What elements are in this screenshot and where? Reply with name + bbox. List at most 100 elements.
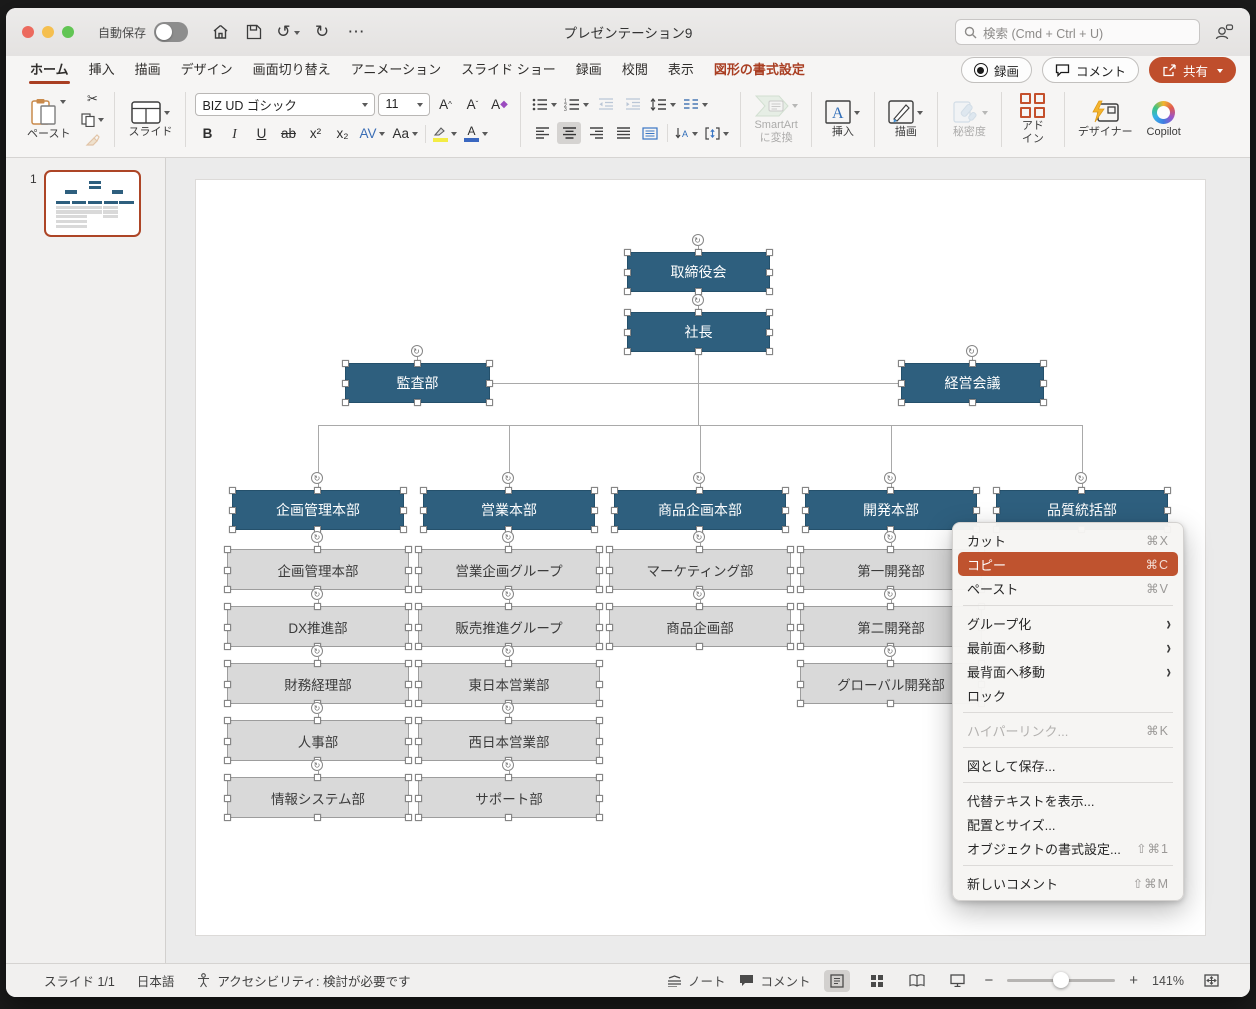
- org-node[interactable]: 情報システム部↻: [227, 777, 409, 818]
- rotation-handle[interactable]: ↻: [693, 588, 705, 600]
- zoom-button[interactable]: [62, 26, 74, 38]
- selection-handle[interactable]: [342, 399, 349, 406]
- zoom-slider-knob[interactable]: [1053, 972, 1069, 988]
- distribute-text-button[interactable]: [638, 122, 662, 144]
- selection-handle[interactable]: [405, 546, 412, 553]
- selection-handle[interactable]: [695, 249, 702, 256]
- rotation-handle[interactable]: ↻: [502, 588, 514, 600]
- rotation-handle[interactable]: ↻: [693, 472, 705, 484]
- selection-handle[interactable]: [596, 681, 603, 688]
- zoom-out-button[interactable]: −: [984, 972, 993, 989]
- selection-handle[interactable]: [624, 329, 631, 336]
- increase-font-size-button[interactable]: A^: [433, 93, 457, 115]
- selection-handle[interactable]: [596, 738, 603, 745]
- selection-handle[interactable]: [787, 643, 794, 650]
- selection-handle[interactable]: [224, 814, 231, 821]
- selection-handle[interactable]: [314, 774, 321, 781]
- selection-handle[interactable]: [224, 624, 231, 631]
- ribbon-tab[interactable]: 校閲: [612, 56, 658, 84]
- menu-item[interactable]: ペースト⌘V: [958, 576, 1178, 600]
- selection-handle[interactable]: [973, 487, 980, 494]
- org-node[interactable]: 販売推進グループ↻: [418, 606, 600, 647]
- selection-handle[interactable]: [405, 681, 412, 688]
- ribbon-tab[interactable]: 画面切り替え: [243, 56, 341, 84]
- close-button[interactable]: [22, 26, 34, 38]
- menu-item[interactable]: グループ化›: [958, 611, 1178, 635]
- org-node[interactable]: 取締役会↻: [627, 252, 770, 292]
- org-node[interactable]: 経営会議↻: [901, 363, 1044, 403]
- selection-handle[interactable]: [993, 507, 1000, 514]
- selection-handle[interactable]: [224, 795, 231, 802]
- rotation-handle[interactable]: ↻: [692, 234, 704, 246]
- selection-handle[interactable]: [224, 757, 231, 764]
- decrease-indent-button[interactable]: [594, 93, 618, 115]
- superscript-button[interactable]: x²: [303, 123, 327, 145]
- rotation-handle[interactable]: ↻: [884, 588, 896, 600]
- rotation-handle[interactable]: ↻: [884, 645, 896, 657]
- underline-button[interactable]: U: [249, 123, 273, 145]
- selection-handle[interactable]: [782, 507, 789, 514]
- selection-handle[interactable]: [596, 717, 603, 724]
- selection-handle[interactable]: [1040, 360, 1047, 367]
- ribbon-tab[interactable]: ホーム: [20, 56, 79, 84]
- slide-thumbnail[interactable]: [44, 170, 141, 237]
- selection-handle[interactable]: [787, 567, 794, 574]
- selection-handle[interactable]: [802, 526, 809, 533]
- selection-handle[interactable]: [969, 360, 976, 367]
- org-node[interactable]: 人事部↻: [227, 720, 409, 761]
- org-node[interactable]: サポート部↻: [418, 777, 600, 818]
- selection-handle[interactable]: [797, 603, 804, 610]
- selection-handle[interactable]: [887, 603, 894, 610]
- selection-handle[interactable]: [696, 546, 703, 553]
- selection-handle[interactable]: [314, 814, 321, 821]
- selection-handle[interactable]: [782, 526, 789, 533]
- selection-handle[interactable]: [611, 507, 618, 514]
- selection-handle[interactable]: [405, 795, 412, 802]
- comments-toggle-button[interactable]: コメント: [739, 971, 810, 990]
- more-options-icon[interactable]: ⋯: [342, 19, 370, 45]
- selection-handle[interactable]: [624, 309, 631, 316]
- selection-handle[interactable]: [415, 774, 422, 781]
- zoom-in-button[interactable]: +: [1129, 972, 1138, 989]
- redo-button[interactable]: ↻: [308, 19, 336, 45]
- selection-handle[interactable]: [797, 624, 804, 631]
- selection-handle[interactable]: [415, 814, 422, 821]
- selection-handle[interactable]: [591, 507, 598, 514]
- selection-handle[interactable]: [969, 399, 976, 406]
- selection-handle[interactable]: [486, 360, 493, 367]
- selection-handle[interactable]: [224, 586, 231, 593]
- menu-item[interactable]: オブジェクトの書式設定...⇧⌘1: [958, 836, 1178, 860]
- selection-handle[interactable]: [898, 380, 905, 387]
- selection-handle[interactable]: [624, 269, 631, 276]
- selection-handle[interactable]: [596, 774, 603, 781]
- selection-handle[interactable]: [505, 546, 512, 553]
- org-node[interactable]: 西日本営業部↻: [418, 720, 600, 761]
- line-spacing-button[interactable]: [648, 93, 678, 115]
- zoom-slider[interactable]: [1007, 979, 1115, 982]
- selection-handle[interactable]: [224, 738, 231, 745]
- selection-handle[interactable]: [224, 717, 231, 724]
- selection-handle[interactable]: [596, 586, 603, 593]
- org-node[interactable]: 東日本営業部↻: [418, 663, 600, 704]
- selection-handle[interactable]: [505, 814, 512, 821]
- selection-handle[interactable]: [606, 643, 613, 650]
- selection-handle[interactable]: [766, 269, 773, 276]
- ribbon-tab[interactable]: 図形の書式設定: [704, 56, 815, 84]
- selection-handle[interactable]: [766, 329, 773, 336]
- align-right-button[interactable]: [584, 122, 608, 144]
- selection-handle[interactable]: [797, 643, 804, 650]
- menu-item[interactable]: 代替テキストを表示...: [958, 788, 1178, 812]
- clear-formatting-button[interactable]: A◆: [487, 93, 511, 115]
- selection-handle[interactable]: [898, 399, 905, 406]
- convert-to-smartart-button[interactable]: SmartArtに変換: [750, 93, 801, 146]
- copy-icon[interactable]: [79, 111, 105, 129]
- menu-item[interactable]: 配置とサイズ...: [958, 812, 1178, 836]
- selection-handle[interactable]: [405, 774, 412, 781]
- reading-view-button[interactable]: [904, 970, 930, 992]
- selection-handle[interactable]: [611, 526, 618, 533]
- rotation-handle[interactable]: ↻: [692, 294, 704, 306]
- menu-item[interactable]: コピー⌘C: [958, 552, 1178, 576]
- selection-handle[interactable]: [224, 546, 231, 553]
- rotation-handle[interactable]: ↻: [502, 702, 514, 714]
- selection-handle[interactable]: [505, 487, 512, 494]
